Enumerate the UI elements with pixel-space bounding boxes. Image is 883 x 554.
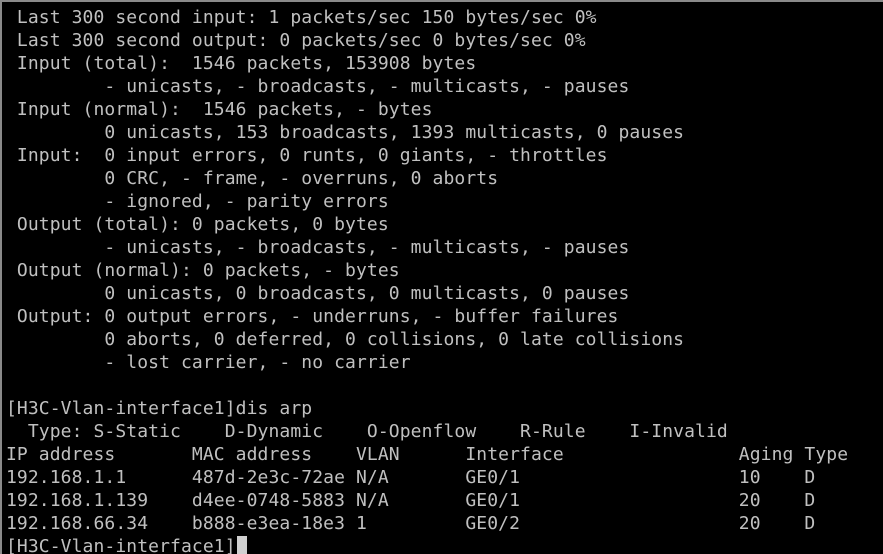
output-line: - unicasts, - broadcasts, - multicasts, … xyxy=(6,76,630,97)
prompt-text: [H3C-Vlan-interface1] xyxy=(6,536,236,554)
command-prompt[interactable]: [H3C-Vlan-interface1] xyxy=(6,535,247,554)
output-line: Input: 0 input errors, 0 runts, 0 giants… xyxy=(6,145,608,166)
output-line: 0 unicasts, 153 broadcasts, 1393 multica… xyxy=(6,122,685,143)
arp-table-row: 192.168.1.139 d4ee-0748-5883 N/A GE0/1 2… xyxy=(6,490,816,511)
arp-table-row: 192.168.1.1 487d-2e3c-72ae N/A GE0/1 10 … xyxy=(6,467,816,488)
output-line: - lost carrier, - no carrier xyxy=(6,352,411,373)
output-line: Output (total): 0 packets, 0 bytes xyxy=(6,214,389,235)
output-line: Input (normal): 1546 packets, - bytes xyxy=(6,99,433,120)
text-cursor xyxy=(236,536,247,554)
arp-type-legend: Type: S-Static D-Dynamic O-Openflow R-Ru… xyxy=(6,421,728,442)
output-line: - unicasts, - broadcasts, - multicasts, … xyxy=(6,237,630,258)
arp-table-header: IP address MAC address VLAN Interface Ag… xyxy=(6,444,849,465)
output-line: Input (total): 1546 packets, 153908 byte… xyxy=(6,53,477,74)
output-line: Last 300 second output: 0 packets/sec 0 … xyxy=(6,30,586,51)
output-line: Output: 0 output errors, - underruns, - … xyxy=(6,306,619,327)
output-line: 0 CRC, - frame, - overruns, 0 aborts xyxy=(6,168,499,189)
output-line: 0 aborts, 0 deferred, 0 collisions, 0 la… xyxy=(6,329,685,350)
output-line: Output (normal): 0 packets, - bytes xyxy=(6,260,400,281)
output-line: Last 300 second input: 1 packets/sec 150… xyxy=(6,7,597,28)
terminal-window[interactable]: Last 300 second input: 1 packets/sec 150… xyxy=(0,0,883,554)
arp-table-row: 192.168.66.34 b888-e3ea-18e3 1 GE0/2 20 … xyxy=(6,513,816,534)
output-line: 0 unicasts, 0 broadcasts, 0 multicasts, … xyxy=(6,283,630,304)
command-line: [H3C-Vlan-interface1]dis arp xyxy=(6,398,313,419)
output-line: - ignored, - parity errors xyxy=(6,191,389,212)
